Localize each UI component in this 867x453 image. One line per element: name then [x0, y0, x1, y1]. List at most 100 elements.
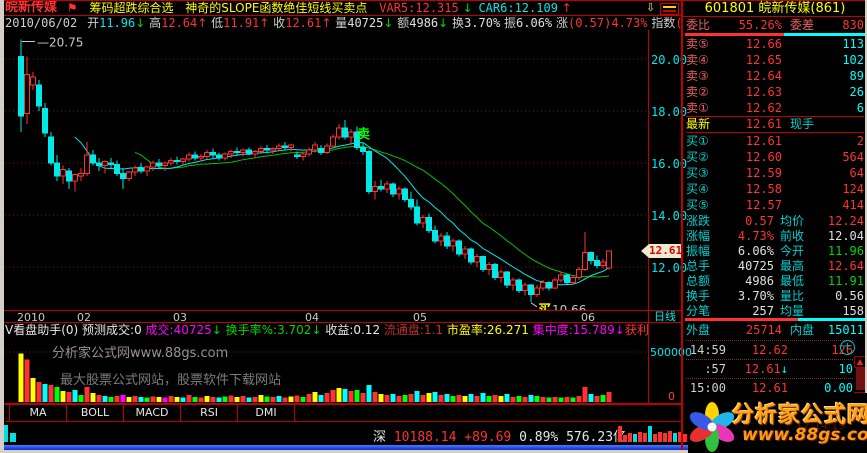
- buy-level-row: 买③12.5964: [686, 165, 864, 181]
- stock-code-title[interactable]: 601801 皖新传媒(861): [683, 1, 867, 17]
- date-label: 2010/06/02: [5, 16, 77, 30]
- ratio-left: [685, 318, 798, 321]
- stat-row: 涨跌0.57均价12.24: [686, 214, 864, 229]
- add-icon[interactable]: +: [840, 340, 855, 355]
- stat-row: 振幅6.06%今开11.96: [686, 244, 864, 259]
- car6-up-arrow-icon: ↑: [562, 1, 572, 15]
- buy-level-row: 买②12.60564: [686, 149, 864, 165]
- var5-value: VAR5:12.315: [379, 1, 458, 15]
- ohlc-info-bar: 2010/06/02 开11.96↓ 高12.64↑ 低11.91↑ 收12.6…: [5, 16, 681, 30]
- market-label[interactable]: 深: [373, 430, 386, 445]
- sell-signal-marker: 卖: [357, 127, 370, 143]
- stat-row: 分笔257均量158: [686, 304, 864, 319]
- indicator-segment: 预测成交:0: [82, 323, 146, 337]
- latest-price-row: 最新 12.61 现手: [686, 116, 864, 133]
- weibi-row: 委比 55.26% 委差 830: [686, 17, 864, 33]
- tab-rsi[interactable]: RSI: [181, 405, 238, 421]
- status-hist-bar: [623, 435, 627, 442]
- formula-name-1[interactable]: 筹码超跌综合选: [89, 1, 173, 15]
- car6-value: CAR6:12.109: [478, 1, 557, 15]
- status-histogram: [618, 426, 687, 442]
- weibi-value: 55.26%: [722, 17, 782, 33]
- period-window-icon[interactable]: [660, 3, 679, 15]
- ohlc-item: 涨(0.57)4.73%: [556, 16, 651, 30]
- last-price-tag: 12.61: [641, 244, 681, 258]
- buy-level-row: 买⑤12.57414: [686, 197, 864, 213]
- ohlc-item: 低11.91↑: [211, 16, 273, 30]
- high-price-annotation: —20.75: [37, 36, 83, 50]
- stat-row: 涨幅4.73%前收12.04: [686, 229, 864, 244]
- status-hist-bar: [648, 426, 652, 442]
- ohlc-item: 收12.61↑: [273, 16, 335, 30]
- tab-dmi[interactable]: DMI: [238, 405, 295, 421]
- volume-chart[interactable]: [5, 338, 649, 404]
- sell-level-row: 卖④12.65102: [686, 52, 864, 68]
- waipan-ratio-bar: [685, 318, 865, 321]
- ohlc-item: 量40725↓: [335, 16, 397, 30]
- title-bar: 皖新传媒 ⚑ 筹码超跌综合选 神奇的SLOPE函数绝佳短线买卖点 VAR5:12…: [5, 1, 681, 15]
- tick-row: :5712.61↓10: [686, 359, 853, 379]
- indicator-segment: 市盈率:26.271: [447, 323, 533, 337]
- weicha-value: 830: [814, 17, 864, 33]
- waipan-value: 25714: [722, 322, 782, 338]
- ohlc-item: 换3.70%: [452, 16, 504, 30]
- formula-name-2[interactable]: 神奇的SLOPE函数绝佳短线买卖点: [185, 1, 367, 15]
- indicator-values-row: V看盘助手(0) 预测成交:0 成交:40725↓ 换手率%:3.702↓ 收益…: [5, 323, 649, 337]
- flag-icon: ⚑: [67, 1, 78, 15]
- window-left-border: [0, 0, 4, 453]
- ohlc-item: 额4986↓: [397, 16, 452, 30]
- indicator-segment: ↓: [615, 323, 625, 337]
- indicator-segment: ↓: [311, 323, 325, 337]
- neipan-value: 15011: [814, 322, 864, 338]
- buy-level-row: 买①12.612: [686, 133, 864, 149]
- ohlc-item: 高12.64↑: [149, 16, 211, 30]
- var5-down-arrow-icon: ↓: [463, 1, 473, 15]
- indicator-segment: 换手率%:3.702: [226, 323, 312, 337]
- status-hist-bar: [638, 432, 642, 442]
- status-hist-bar: [643, 433, 647, 442]
- app-window: 皖新传媒 ⚑ 筹码超跌综合选 神奇的SLOPE函数绝佳短线买卖点 VAR5:12…: [0, 0, 867, 453]
- status-hist-bar: [633, 434, 637, 442]
- status-hist-bar: [673, 433, 677, 442]
- watermark-site-url: www.88gs.com: [742, 425, 867, 445]
- status-hist-bar: [628, 433, 632, 442]
- candlestick-chart[interactable]: —20.75卖买10.66: [5, 30, 649, 311]
- stat-row: 换手3.70%量比0.56: [686, 289, 864, 304]
- ohlc-item: 振6.06%: [504, 16, 556, 30]
- status-minibars: [2, 425, 16, 442]
- tab-ma[interactable]: MA: [9, 405, 67, 421]
- index-value: 10188.14: [394, 430, 457, 445]
- quote-panel: 601801 皖新传媒(861) 委比 55.26% 委差 830 卖⑤12.6…: [681, 0, 867, 453]
- sell-level-row: 卖③12.6489: [686, 68, 864, 84]
- status-hist-bar: [668, 431, 672, 442]
- status-minibar: [10, 433, 16, 442]
- site-watermark: 12:14:19 分析家公式网 www.88gs.com: [688, 393, 867, 453]
- volume-axis-zero: 0: [668, 390, 675, 403]
- sell-level-row: 卖⑤12.66113: [686, 36, 864, 52]
- download-arrow-icon[interactable]: ⇩: [644, 2, 657, 14]
- buy-level-row: 买④12.58124: [686, 181, 864, 197]
- ohlc-item: 开11.96↓: [87, 16, 149, 30]
- status-hist-bar: [618, 426, 622, 442]
- indicator-tabs: MABOLLMACDRSIDMI: [5, 404, 681, 422]
- index-pct: 0.89%: [519, 430, 558, 445]
- status-hist-bar: [663, 433, 667, 442]
- status-hist-bar: [653, 434, 657, 442]
- indicator-segment: 集中度:15.789: [533, 323, 615, 337]
- ohlc-item: 指数(3.14)0.: [651, 16, 681, 30]
- tab-boll[interactable]: BOLL: [67, 405, 124, 421]
- indicator-segment: 收益:0.12: [325, 323, 384, 337]
- stock-name: 皖新传媒: [5, 1, 57, 15]
- indicator-segment: ↓: [212, 323, 226, 337]
- stat-row: 总额4986最低11.91: [686, 274, 864, 289]
- indicator-segment: 成交:40725: [146, 323, 212, 337]
- index-change: +89.69: [464, 430, 511, 445]
- sell-level-row: 卖②12.6326: [686, 84, 864, 100]
- latest-price: 12.61: [722, 117, 782, 132]
- price-axis: 20.0018.0016.0014.0012.00 12.61: [649, 30, 681, 311]
- tick-row: 14:5912.62126: [686, 340, 853, 360]
- tab-macd[interactable]: MACD: [124, 405, 181, 421]
- status-hist-bar: [658, 432, 662, 442]
- indicator-segment: 获利: [625, 323, 649, 337]
- waipan-row: 外盘 25714 内盘 15011: [686, 322, 864, 338]
